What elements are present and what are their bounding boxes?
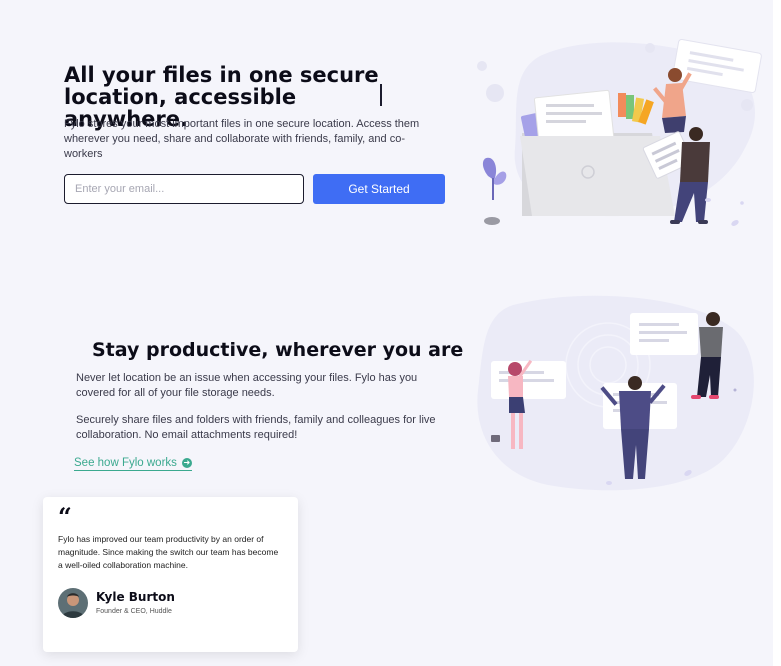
text-caret <box>380 84 382 106</box>
avatar <box>58 588 88 618</box>
hero-description: Fylo stores your most important files in… <box>64 118 420 160</box>
productive-title: Stay productive, wherever you are <box>92 339 464 361</box>
testimonial-role: Founder & CEO, Huddle <box>96 608 172 615</box>
testimonial-quote: Fylo has improved our team productivity … <box>58 534 279 570</box>
hero-illustration <box>477 38 762 226</box>
productive-paragraph-1: Never let location be an issue when acce… <box>76 372 418 399</box>
testimonial-card: “ Fylo has improved our team productivit… <box>43 497 298 652</box>
see-how-fylo-works-label: See how Fylo works <box>74 457 177 469</box>
productive-illustration <box>477 295 754 491</box>
get-started-button[interactable]: Get Started <box>313 174 445 204</box>
testimonial-name: Kyle Burton <box>96 590 175 604</box>
quote-icon: “ <box>58 502 72 531</box>
avatar-image <box>58 588 88 618</box>
email-input[interactable] <box>64 174 304 204</box>
page-edge <box>773 0 781 666</box>
arrow-right-circle-icon: ➜ <box>181 458 192 468</box>
productive-paragraph-2: Securely share files and folders with fr… <box>76 414 436 441</box>
see-how-fylo-works-link[interactable]: See how Fylo works ➜ <box>74 457 192 471</box>
